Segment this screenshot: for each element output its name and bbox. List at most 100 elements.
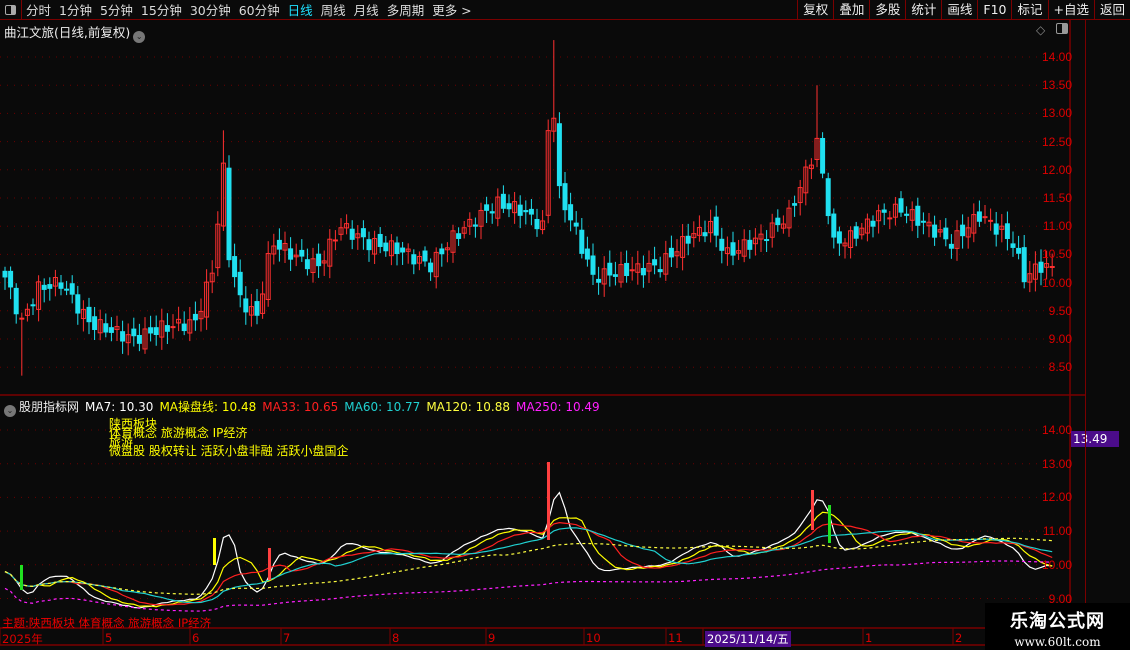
ma-label: MA250: 10.49 [516,400,600,414]
time-axis-label: 1 [865,631,873,645]
price-axis-label: 12.00 [1041,162,1072,177]
candle-body [881,209,887,213]
candle-body [556,123,562,187]
ma-line [4,560,1053,612]
ma-label: MA120: 10.88 [426,400,510,414]
candle-body [349,228,355,240]
candle-body [685,235,691,244]
time-axis-label: 2025年 [2,632,43,646]
candle-body [825,178,831,217]
candle-body [131,328,137,337]
candle-body [988,219,994,222]
watermark: 乐淘公式网 www.60lt.com [985,603,1130,650]
candle-body [411,254,417,265]
right-side-panel[interactable] [1085,20,1130,650]
candle-body [428,262,434,273]
candle-body [316,253,322,267]
candle-body [657,269,663,273]
signal-bar [811,490,814,530]
indicator-name[interactable]: 股朋指标网 [19,400,79,414]
candle-body [1016,247,1022,254]
candle-body [226,167,232,261]
candle-body [624,262,630,277]
time-axis-label: 8 [392,631,400,645]
candle-body [612,274,618,277]
candle-body [288,248,294,260]
candle-body [579,229,585,254]
ma-line [4,527,1053,604]
indicator-header: ⌄ 股朋指标网 MA7: 10.30 MA操盘线: 10.48 MA33: 10.65 M… [4,398,612,417]
candle-body [92,316,98,330]
kline-chart[interactable] [0,0,1130,650]
candle-body [960,224,966,237]
candle-body [573,222,579,227]
signal-bar [213,538,216,565]
candle-body [75,294,81,314]
candle-body [243,298,249,313]
candle-body [1049,266,1055,269]
candle-body [366,239,372,251]
candle-body [120,331,126,342]
candle-body [1021,247,1027,283]
chevron-down-icon[interactable]: ⌄ [4,405,16,417]
candle-body [489,211,495,214]
candle-body [920,220,926,223]
candle-body [820,137,826,174]
price-axis-label: 11.00 [1042,219,1072,234]
ma-label: MA7: 10.30 [85,400,154,414]
candle-body [775,217,781,226]
candle-body [377,233,383,247]
candle-body [164,325,170,332]
indicator-axis-label: 12.00 [1041,490,1072,505]
candle-body [19,317,25,320]
candle-body [898,198,904,213]
candle-body [853,226,859,239]
candle-body [668,247,674,258]
candle-body [596,278,602,283]
candle-body [730,242,736,256]
ma-line [4,491,1053,609]
candle-body [472,224,478,227]
candle-body [400,247,406,253]
candle-body [932,224,938,238]
candle-body [747,239,753,250]
candle-body [64,288,70,291]
signal-bar [20,565,23,590]
candle-body [584,248,590,260]
price-axis-label: 10.50 [1041,247,1072,262]
candle-body [831,213,837,238]
candle-body [948,243,954,249]
time-axis-label: 11 [668,631,683,645]
candle-body [383,242,389,252]
candle-body [58,282,64,289]
price-axis-label: 12.50 [1041,134,1072,149]
candle-body [86,306,92,323]
candle-body [439,248,445,255]
time-axis-label: 7 [283,631,291,645]
candle-body [456,233,462,239]
candle-body [108,327,114,333]
candle-body [500,193,506,209]
candle-body [568,204,574,221]
candle-body [69,283,75,295]
candle-body [8,270,14,288]
price-axis-label: 11.50 [1042,191,1072,205]
time-axis-label: 2 [955,631,963,645]
candle-body [422,250,428,262]
candle-body [523,210,529,213]
candle-body [299,249,305,257]
candle-body [360,228,366,238]
candle-body [764,239,770,242]
price-axis-label: 9.50 [1048,303,1072,318]
candle-body [915,205,921,226]
candle-body [943,227,949,240]
ma-label: MA操盘线: 10.48 [159,400,257,414]
candle-body [181,323,187,332]
candle-body [976,211,982,222]
candle-body [528,208,534,215]
candle-body [652,259,658,266]
time-axis-label: 10 [586,631,601,645]
candle-body [982,216,988,219]
candle-body [237,271,243,296]
candle-body [170,326,176,329]
